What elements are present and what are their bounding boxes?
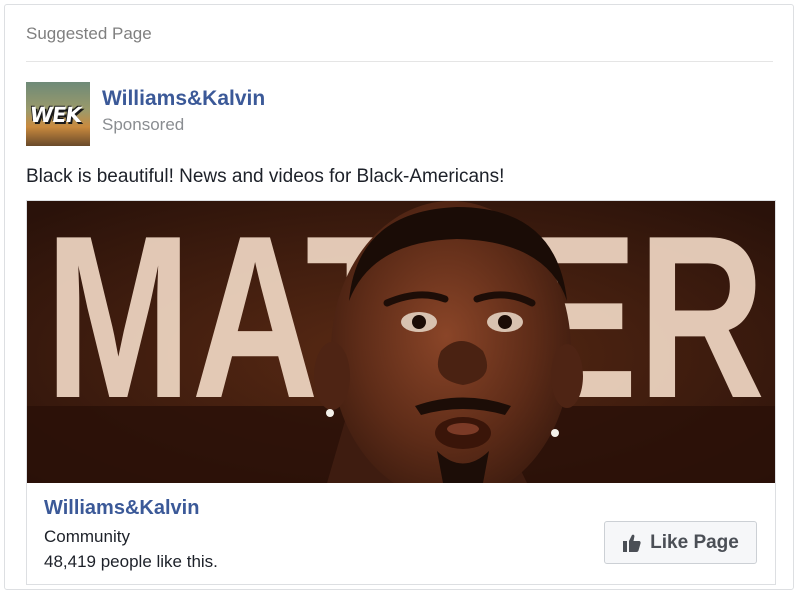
like-page-label: Like Page bbox=[650, 531, 739, 553]
avatar-logo-text: WEK bbox=[28, 103, 83, 127]
page-likes-count: 48,419 people like this. bbox=[44, 552, 218, 571]
sponsored-label[interactable]: Sponsored bbox=[102, 115, 184, 135]
page-category: Community bbox=[44, 527, 130, 546]
page-name-link[interactable]: Williams&Kalvin bbox=[102, 87, 265, 111]
page-avatar[interactable]: WEK bbox=[26, 82, 90, 146]
suggested-page-header: Suggested Page bbox=[26, 24, 152, 43]
header-divider bbox=[26, 61, 773, 62]
post-text: Black is beautiful! News and videos for … bbox=[26, 166, 505, 187]
media-attachment[interactable]: MATTER bbox=[26, 200, 776, 585]
video-thumbnail-image[interactable]: MATTER bbox=[27, 201, 775, 483]
page-info-footer: Williams&Kalvin Community 48,419 people … bbox=[27, 483, 775, 584]
like-page-button[interactable]: Like Page bbox=[604, 521, 757, 564]
footer-page-name-link[interactable]: Williams&Kalvin bbox=[44, 497, 199, 520]
thumbs-up-icon bbox=[622, 533, 642, 553]
suggested-page-card: Suggested Page WEK Williams&Kalvin Spons… bbox=[4, 4, 794, 590]
